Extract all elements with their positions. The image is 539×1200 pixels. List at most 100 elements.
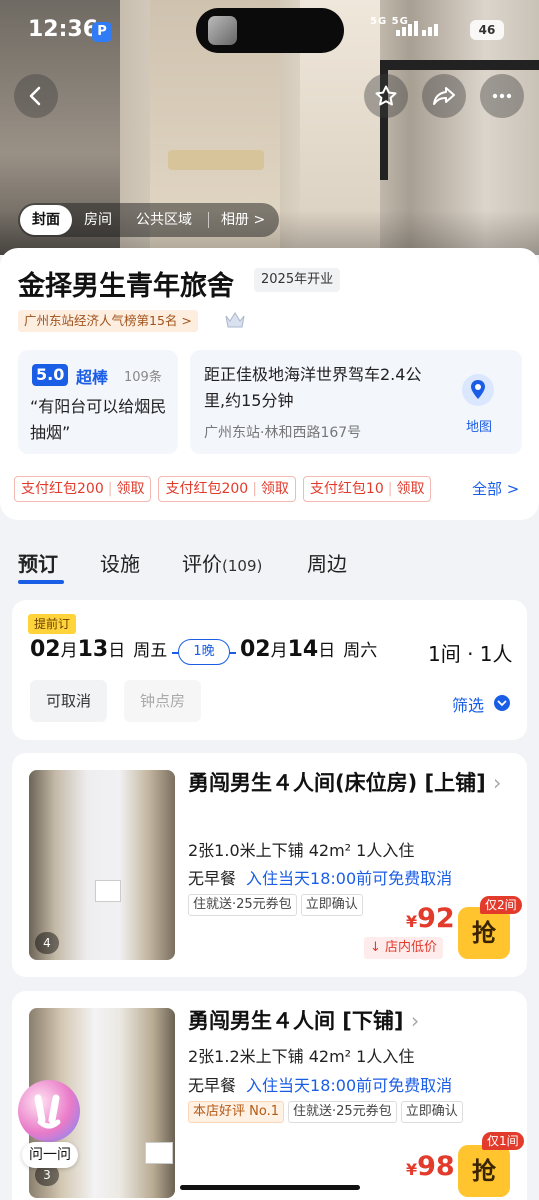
assistant-float-button[interactable]: 问一问 — [16, 1080, 82, 1170]
nights-count: 1晚 — [178, 639, 230, 665]
grab-button[interactable]: 抢 — [458, 907, 510, 959]
map-pin-icon[interactable] — [462, 374, 494, 406]
back-button[interactable] — [14, 74, 58, 118]
crown-icon — [225, 312, 245, 328]
photo-tab-cover[interactable]: 封面 — [20, 205, 72, 235]
address-text: 广州东站·林和西路167号 — [204, 425, 362, 441]
coupon[interactable]: 支付红包200 | 领取 — [158, 476, 296, 502]
review-snippet: “有阳台可以给烟民抽烟” — [30, 397, 167, 442]
favorite-button[interactable] — [364, 74, 408, 118]
low-price-tag: ↓ 店内低价 — [364, 937, 444, 959]
coupon[interactable]: 支付红包200 | 领取 — [14, 476, 152, 502]
rooms-left-badge: 仅1间 — [482, 1132, 524, 1150]
distance-text: 距正佳极地海洋世界驾车2.4公里,约15分钟 — [204, 365, 422, 410]
room-title: 勇闯男生４人间 [下铺] › — [188, 1009, 420, 1033]
tab-booking[interactable]: 预订 — [18, 548, 58, 577]
assistant-mascot-icon — [18, 1080, 80, 1142]
coupon-claim[interactable]: 领取 — [261, 481, 289, 497]
parking-app-icon: P — [92, 22, 112, 42]
room-spec: 2张1.0米上下铺 42m² 1人入住 — [188, 841, 415, 860]
tab-reviews[interactable]: 评价(109) — [182, 548, 262, 577]
tab-facilities[interactable]: 设施 — [100, 548, 140, 577]
rating-score: 5.0 — [32, 364, 69, 386]
tab-label: 预订 — [18, 552, 58, 576]
rooms-left-badge: 仅2间 — [480, 896, 522, 914]
hotel-name: 金择男生青年旅舍 — [18, 271, 234, 302]
checkin-date[interactable]: 02月13日 周五 — [30, 636, 167, 662]
room-policy: 无早餐 入住当天18:00前可免费取消 — [188, 865, 452, 889]
home-indicator[interactable] — [180, 1185, 360, 1190]
rating-card[interactable]: 5.0 超棒 109条 “有阳台可以给烟民抽烟” — [18, 350, 178, 454]
tab-label: 周边 — [307, 552, 347, 576]
more-button[interactable] — [480, 74, 524, 118]
room-tag: 立即确认 — [300, 894, 363, 916]
coupon-label: 支付红包10 — [309, 481, 384, 497]
room-photo[interactable]: 4 — [29, 770, 175, 960]
media-thumbnail — [208, 16, 237, 45]
map-link[interactable]: 地图 — [466, 416, 492, 435]
top-rated-tag: 本店好评 No.1 — [188, 1101, 284, 1123]
coupon-label: 支付红包200 — [21, 481, 104, 497]
rating-word: 超棒 — [76, 368, 109, 387]
filter-button[interactable]: 筛选 — [452, 692, 484, 716]
room-tags: 住就送·25元券包 立即确认 — [188, 894, 363, 916]
room-title: 勇闯男生４人间(床位房) [上铺] › — [188, 771, 502, 795]
room-price: ¥92 — [406, 903, 455, 934]
hotel-info-card: 金择男生青年旅舍 2025年开业 广州东站经济人气榜第15名 > 5.0 超棒 … — [0, 248, 539, 520]
date-selector-card: 提前订 02月13日 周五 1晚 02月14日 周六 1间 · 1人 可取消 钟点房… — [12, 600, 527, 740]
coupon-claim[interactable]: 领取 — [396, 481, 424, 497]
checkout-date[interactable]: 02月14日 周六 — [240, 636, 377, 662]
grab-button[interactable]: 抢 — [458, 1145, 510, 1197]
tab-surroundings[interactable]: 周边 — [307, 548, 347, 577]
share-icon — [433, 87, 455, 105]
filter-chip-hourly[interactable]: 钟点房 — [124, 680, 202, 722]
star-icon — [375, 85, 397, 106]
photo-category-tabs: 封面 房间 公共区域 相册 > — [18, 203, 280, 237]
hero-photo[interactable]: 12:36 P 5G 5G 46 封面 房间 公共区域 相册 > — [0, 0, 539, 255]
cancel-policy: 入住当天18:00前可免费取消 — [246, 1076, 453, 1095]
coupon-label: 支付红包200 — [165, 481, 249, 497]
signal-icon — [396, 21, 438, 36]
photo-tab-public-area[interactable]: 公共区域 — [124, 205, 204, 235]
photo-tab-room[interactable]: 房间 — [72, 205, 124, 235]
room-tags: 本店好评 No.1 住就送·25元券包 立即确认 — [188, 1101, 463, 1123]
cancel-policy: 入住当天18:00前可免费取消 — [246, 869, 453, 888]
coupon-claim[interactable]: 领取 — [116, 481, 144, 497]
battery-icon: 46 — [470, 20, 504, 40]
more-dots-icon — [492, 93, 512, 99]
status-bar: 12:36 P 5G 5G 46 — [0, 0, 539, 62]
room-tag: 立即确认 — [400, 1101, 463, 1123]
pillow — [168, 150, 264, 170]
photo-album-link[interactable]: 相册 > — [208, 212, 273, 228]
chevron-down-icon[interactable] — [494, 695, 510, 711]
nightstand — [95, 880, 121, 902]
location-card[interactable]: 距正佳极地海洋世界驾车2.4公里,约15分钟 广州东站·林和西路167号 地图 — [190, 350, 522, 454]
early-booking-badge: 提前订 — [28, 614, 77, 634]
assistant-label: 问一问 — [22, 1142, 78, 1168]
nightstand — [145, 1142, 173, 1164]
tab-label: 评价 — [182, 552, 222, 576]
photo-count: 4 — [35, 932, 59, 954]
room-tag: 住就送·25元券包 — [288, 1101, 397, 1123]
share-button[interactable] — [422, 74, 466, 118]
room-guest-selector[interactable]: 1间 · 1人 — [428, 638, 513, 667]
coupon-strip: 支付红包200 | 领取 支付红包200 | 领取 支付红包10 | 领取 — [14, 476, 524, 502]
tab-count: (109) — [222, 557, 263, 575]
all-coupons-button[interactable]: 全部 > — [466, 474, 536, 504]
opening-year-tag: 2025年开业 — [254, 268, 341, 292]
coupon[interactable]: 支付红包10 | 领取 — [302, 476, 432, 502]
room-policy: 无早餐 入住当天18:00前可免费取消 — [188, 1072, 452, 1096]
room-card[interactable]: 3 勇闯男生４人间 [下铺] › 2张1.2米上下铺 42m² 1人入住 无早餐… — [12, 991, 527, 1200]
room-tag: 住就送·25元券包 — [188, 894, 297, 916]
filter-chip-cancelable[interactable]: 可取消 — [30, 680, 108, 722]
clock: 12:36 — [28, 17, 99, 42]
meal-info: 无早餐 — [188, 1076, 237, 1095]
room-card[interactable]: 4 勇闯男生４人间(床位房) [上铺] › 2张1.0米上下铺 42m² 1人入… — [12, 753, 527, 977]
active-tab-indicator — [18, 580, 64, 584]
dynamic-island — [196, 8, 344, 53]
ranking-badge[interactable]: 广州东站经济人气榜第15名 > — [18, 310, 198, 332]
tab-label: 设施 — [100, 552, 140, 576]
room-spec: 2张1.2米上下铺 42m² 1人入住 — [188, 1047, 415, 1066]
review-count: 109条 — [124, 370, 162, 385]
chevron-left-icon — [29, 86, 41, 106]
